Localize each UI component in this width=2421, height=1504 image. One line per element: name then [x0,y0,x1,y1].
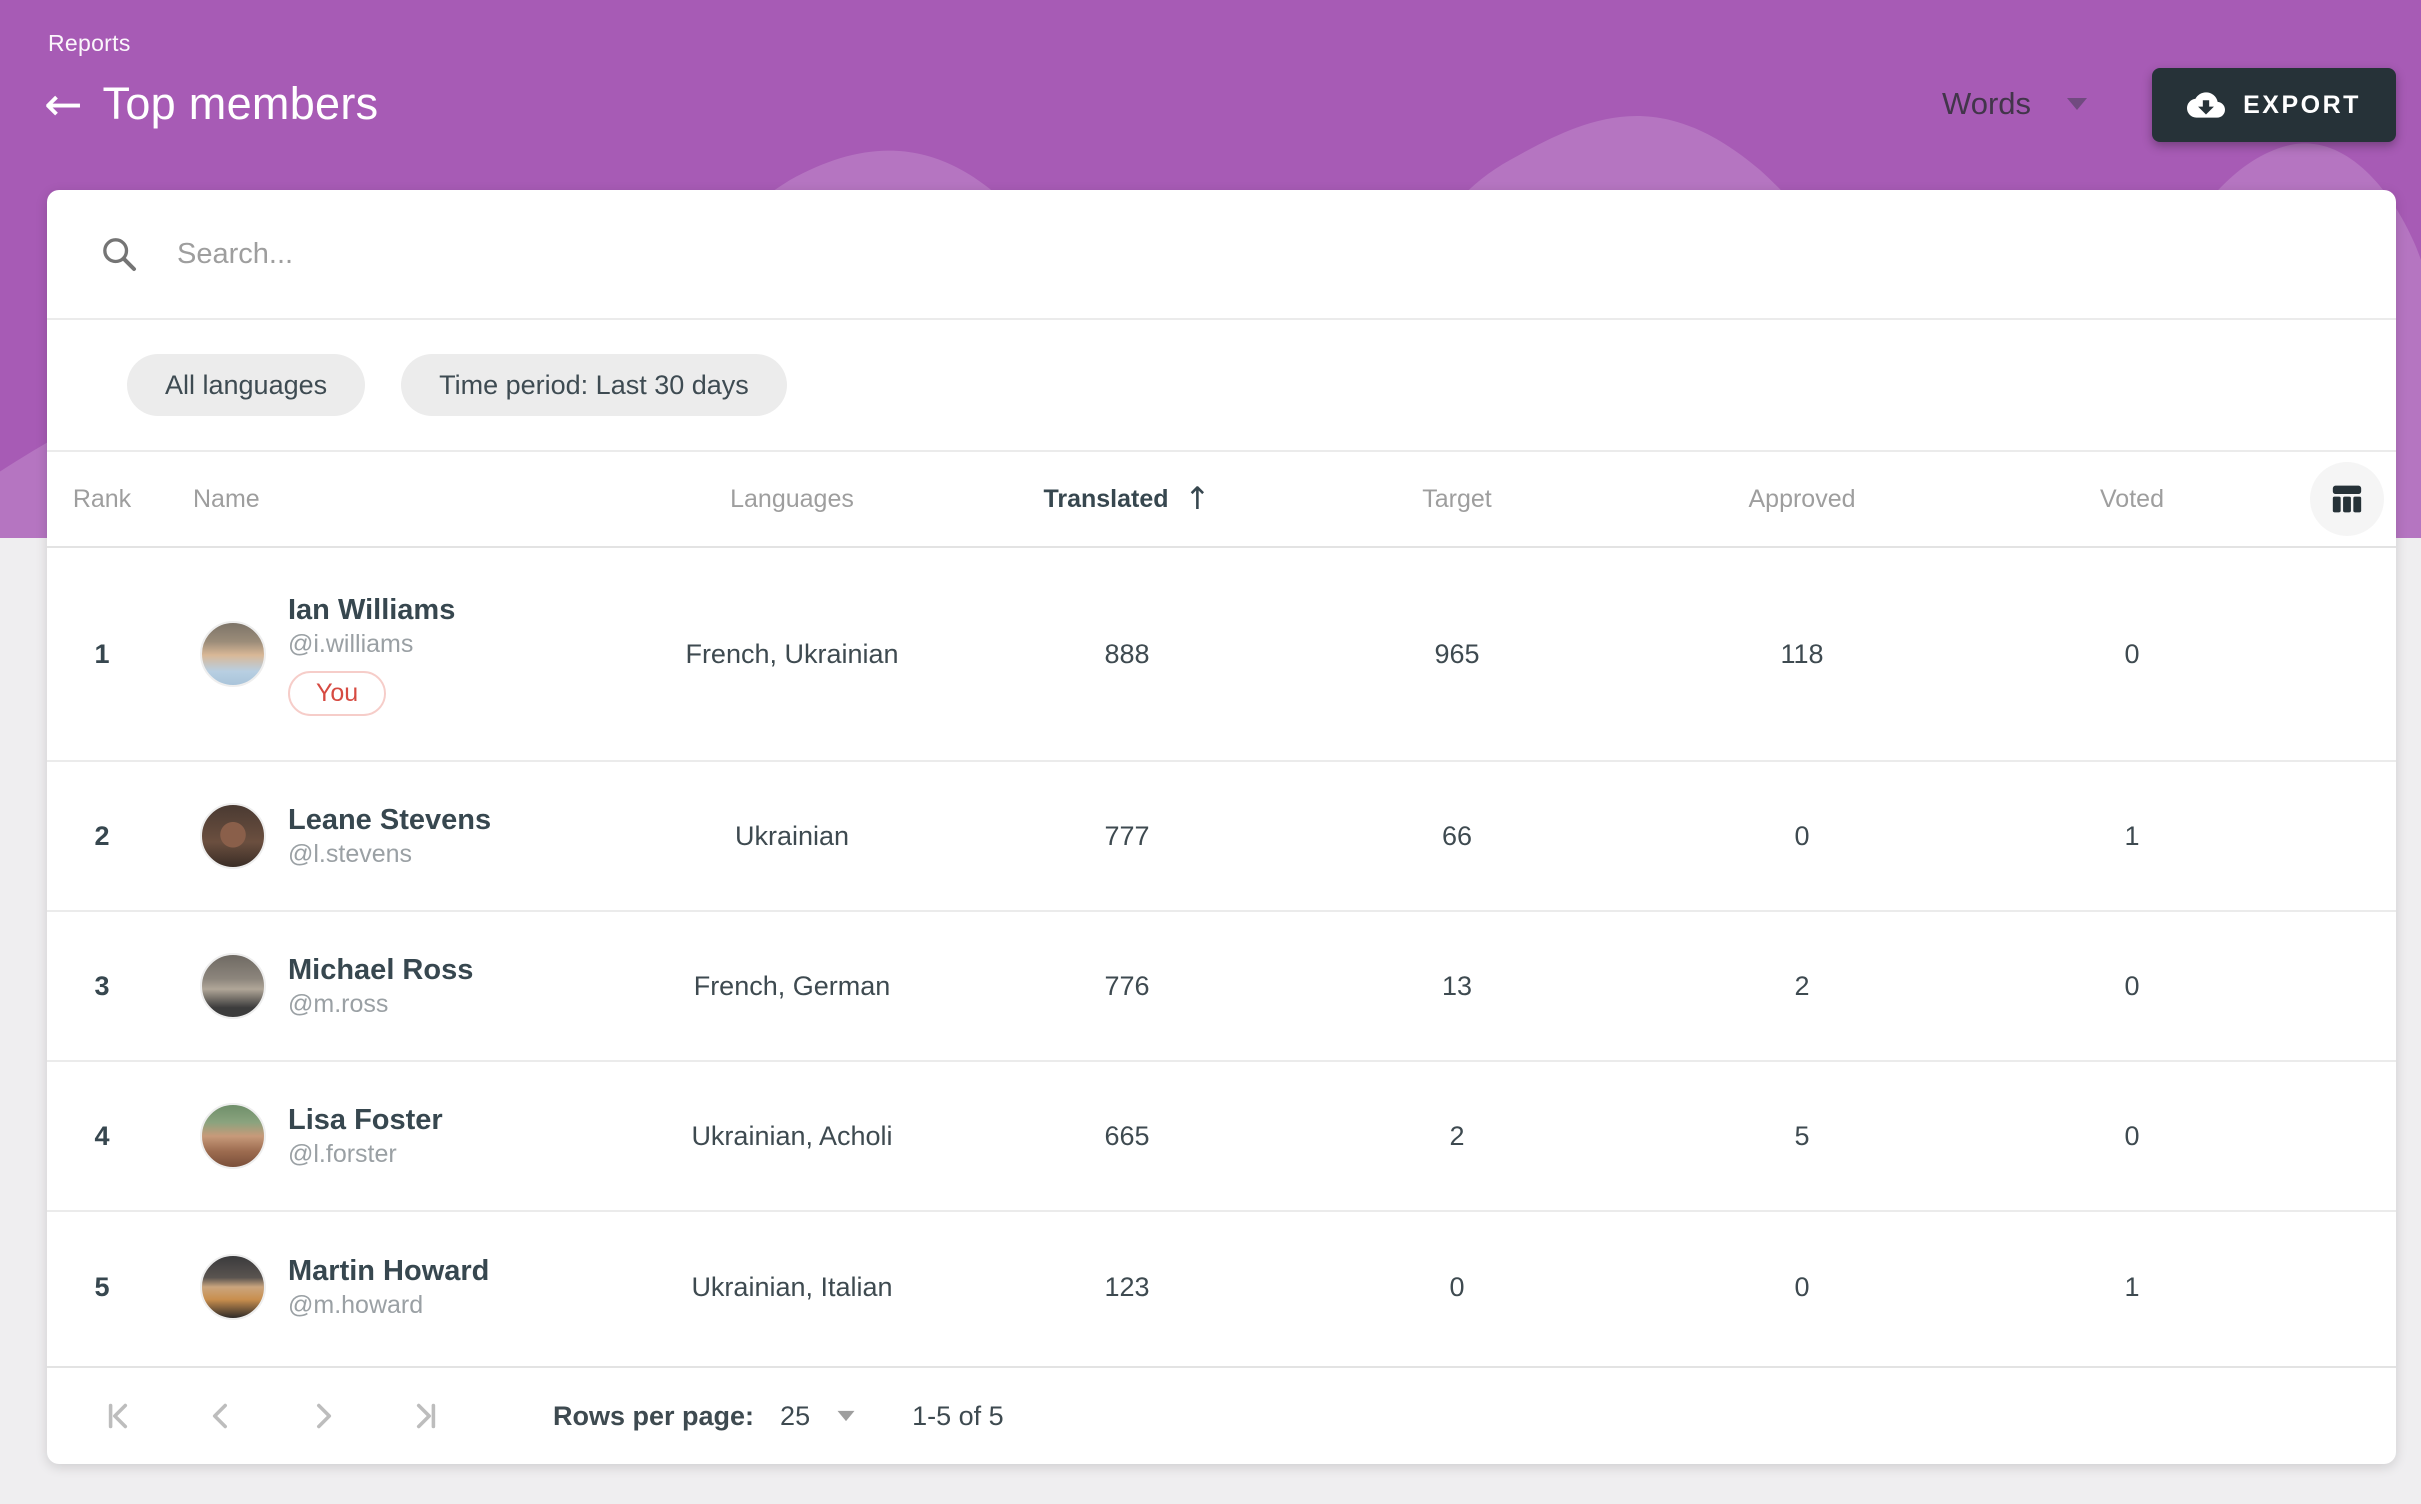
translated-value: 665 [977,1121,1277,1152]
target-value: 2 [1277,1121,1637,1152]
translated-value: 888 [977,639,1277,670]
search-icon [99,234,139,274]
unit-dropdown[interactable]: Words [1942,86,2087,122]
next-page-button[interactable] [291,1384,355,1448]
member-username: @m.howard [288,1289,423,1322]
approved-value: 2 [1637,971,1967,1002]
avatar [200,803,266,869]
last-page-button[interactable] [393,1384,457,1448]
approved-value: 118 [1637,639,1967,670]
member-username: @l.forster [288,1138,397,1171]
avatar [200,1103,266,1169]
column-header-rank[interactable]: Rank [47,485,157,514]
approved-value2: 0 [1637,1272,1967,1303]
rows-per-page-value[interactable]: 25 [780,1401,810,1432]
translated-value: 123 [977,1272,1277,1303]
column-settings-button[interactable] [2310,462,2384,536]
member-name[interactable]: Leane Stevens [288,802,491,838]
table-row[interactable]: 4 Lisa Foster @l.forster Ukrainian, Acho… [47,1062,2396,1212]
avatar [200,953,266,1019]
languages-value: French, German [607,971,977,1002]
sort-ascending-icon: ↑ [1185,481,1211,517]
voted-value: 0 [1967,1121,2297,1152]
chevron-down-icon [2067,98,2087,110]
rank-value: 1 [47,639,157,670]
previous-page-button[interactable] [189,1384,253,1448]
page-title: Top members [103,78,379,130]
export-button[interactable]: EXPORT [2152,68,2396,142]
first-page-icon [98,1395,140,1437]
rows-per-page-label: Rows per page: [553,1401,754,1432]
search-input[interactable] [177,238,2344,271]
export-button-label: EXPORT [2243,91,2361,120]
column-header-name[interactable]: Name [157,485,607,514]
member-name[interactable]: Lisa Foster [288,1102,443,1138]
last-page-icon [404,1395,446,1437]
column-header-approved[interactable]: Approved [1637,485,1967,514]
member-username: @i.williams [288,628,413,661]
member-username: @m.ross [288,988,388,1021]
rank-value: 2 [47,821,157,852]
chevron-right-icon [302,1395,344,1437]
target-value: 13 [1277,971,1637,1002]
languages-value: Ukrainian, Acholi [607,1121,977,1152]
search-bar [47,190,2396,320]
member-name[interactable]: Martin Howard [288,1253,489,1289]
unit-dropdown-value: Words [1942,86,2031,122]
approved-value: 5 [1637,1121,1967,1152]
target-value: 66 [1277,821,1637,852]
translated-value: 777 [977,821,1277,852]
voted-value: 1 [1967,1272,2297,1303]
column-header-translated-label: Translated [1043,485,1168,514]
member-username: @l.stevens [288,838,412,871]
filter-chip-languages[interactable]: All languages [127,354,365,416]
approved-value: 0 [1637,821,1967,852]
member-name[interactable]: Michael Ross [288,952,473,988]
breadcrumb[interactable]: Reports [48,30,131,57]
target-value: 965 [1277,639,1637,670]
avatar [200,1254,266,1320]
member-name[interactable]: Ian Williams [288,592,455,628]
chevron-down-icon[interactable] [838,1411,855,1421]
you-badge: You [288,671,386,716]
report-card: All languages Time period: Last 30 days … [47,190,2396,1464]
filter-chip-time-period[interactable]: Time period: Last 30 days [401,354,787,416]
translated-value: 776 [977,971,1277,1002]
voted-value: 1 [1967,821,2297,852]
voted-value: 0 [1967,971,2297,1002]
table-row[interactable]: 2 Leane Stevens @l.stevens Ukrainian 777… [47,762,2396,912]
filter-row: All languages Time period: Last 30 days [47,320,2396,452]
rank-value: 4 [47,1121,157,1152]
first-page-button[interactable] [87,1384,151,1448]
avatar [200,621,266,687]
table-row[interactable]: 5 Martin Howard @m.howard Ukrainian, Ita… [47,1212,2396,1362]
table-header: Rank Name Languages Translated ↑ Target … [47,452,2396,548]
back-arrow-icon[interactable]: ← [44,81,83,127]
pagination-range: 1-5 of 5 [912,1401,1004,1432]
column-header-languages[interactable]: Languages [607,485,977,514]
pagination-bar: Rows per page: 25 1-5 of 5 [47,1366,2396,1464]
voted-value: 0 [1967,639,2297,670]
column-header-target[interactable]: Target [1277,485,1637,514]
column-header-voted[interactable]: Voted [1967,485,2297,514]
columns-icon [2327,479,2367,519]
table-row[interactable]: 3 Michael Ross @m.ross French, German 77… [47,912,2396,1062]
column-header-translated[interactable]: Translated ↑ [977,481,1277,517]
rank-value: 3 [47,971,157,1002]
chevron-left-icon [200,1395,242,1437]
languages-value: Ukrainian, Italian [607,1272,977,1303]
cloud-download-icon [2187,86,2225,124]
table-row[interactable]: 1 Ian Williams @i.williams You French, U… [47,548,2396,762]
target-value: 0 [1277,1272,1637,1303]
languages-value: Ukrainian [607,821,977,852]
languages-value: French, Ukrainian [607,639,977,670]
rank-value: 5 [47,1272,157,1303]
